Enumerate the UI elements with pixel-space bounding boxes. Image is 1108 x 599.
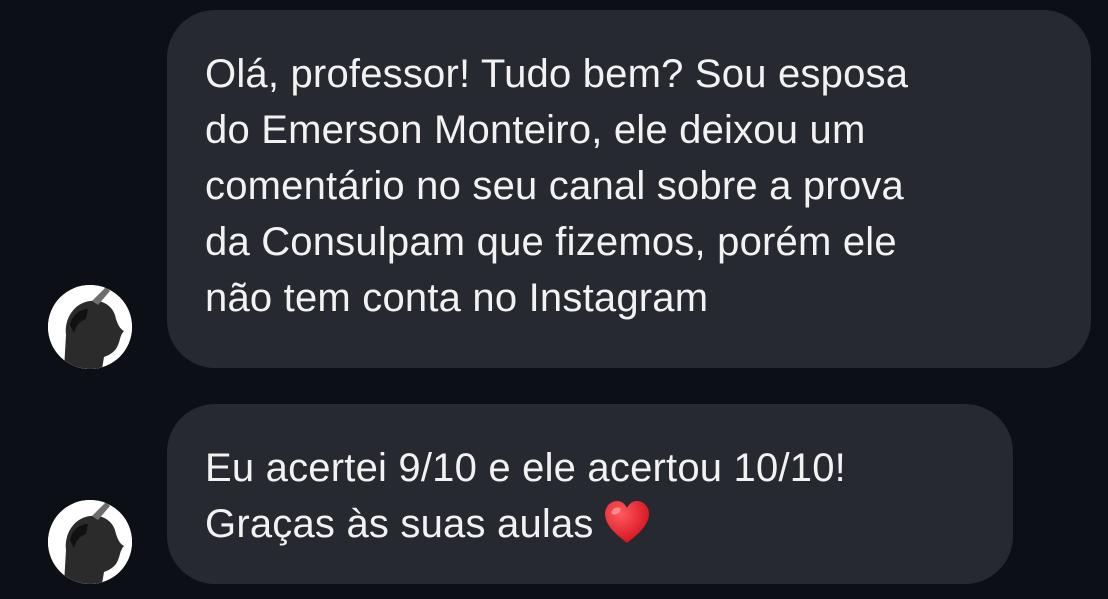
message-text: Olá, professor! Tudo bem? Sou esposa do … xyxy=(205,52,909,320)
message-bubble[interactable]: Eu acertei 9/10 e ele acertou 10/10! Gra… xyxy=(167,404,1013,584)
sender-avatar[interactable] xyxy=(48,500,132,584)
message-thread: Olá, professor! Tudo bem? Sou esposa do … xyxy=(0,0,1108,599)
message-bubble[interactable]: Olá, professor! Tudo bem? Sou esposa do … xyxy=(167,10,1091,368)
sender-avatar[interactable] xyxy=(48,285,132,369)
avatar-photo xyxy=(48,285,132,369)
heart-icon xyxy=(602,499,652,560)
message-text: Eu acertei 9/10 e ele acertou 10/10! Gra… xyxy=(205,446,846,546)
avatar-photo xyxy=(48,500,132,584)
